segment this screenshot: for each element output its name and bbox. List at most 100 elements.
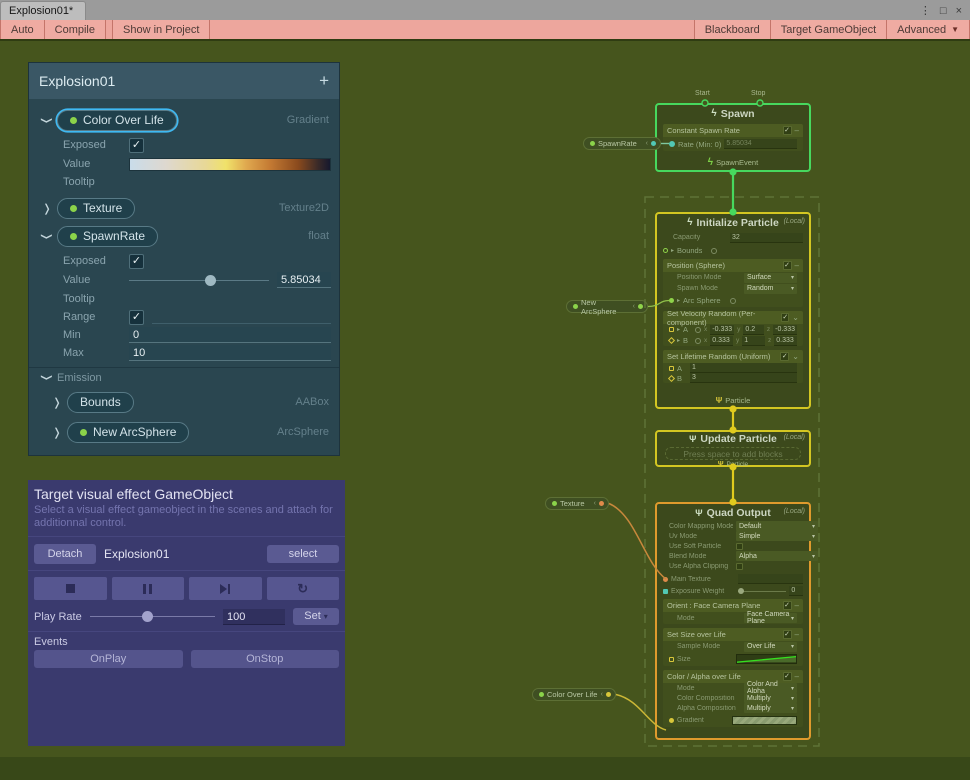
output-port[interactable] [638,304,643,309]
param-color-over-life[interactable]: Color Over Life [57,110,177,131]
window-menu-icon[interactable]: ⋮ [920,6,931,17]
step-button[interactable] [189,577,262,600]
collapse-icon[interactable]: – [795,601,799,610]
restart-button[interactable]: ↻ [267,577,340,600]
initialize-particle-node[interactable]: ϟ Initialize Particle (Local) Capacity 3… [655,212,811,409]
main-texture-field[interactable] [738,574,803,584]
color-over-life-parameter-node[interactable]: Color Over Life ‹ [532,688,616,701]
bounds-input-port[interactable] [663,248,668,253]
gradient-value-field[interactable] [732,716,797,725]
new-arcsphere-parameter-node[interactable]: New ArcSphere ‹ [566,300,648,313]
spawn-context-node[interactable]: ϟ Spawn Constant Spawn Rate ✓ – Rate (Mi… [655,103,811,172]
orient-mode-dropdown[interactable]: Face Camera Plane▾ [744,613,797,623]
maximize-icon[interactable]: □ [940,6,947,17]
play-rate-slider[interactable] [90,616,215,617]
velocity-b-y-field[interactable]: 1 [742,336,765,346]
output-port[interactable] [599,501,604,506]
capacity-field[interactable]: 32 [730,233,803,243]
chevron-down-icon[interactable]: ❭ [41,114,54,126]
chevron-right-icon[interactable]: ❭ [51,426,63,439]
chevron-down-icon[interactable]: ❭ [41,372,54,384]
output-port[interactable] [651,141,656,146]
target-gameobject-toggle-button[interactable]: Target GameObject [771,20,887,39]
gradient-value-field[interactable] [129,158,331,171]
velocity-b-x-field[interactable]: 0.333 [710,336,733,346]
set-velocity-random-block[interactable]: Set Velocity Random (Per-component) ✓ ⌄ … [663,311,803,346]
blackboard-header[interactable]: Explosion01 + [29,63,339,99]
set-lifetime-random-block[interactable]: Set Lifetime Random (Uniform) ✓ ⌄ A 1 B … [663,350,803,383]
update-particle-node[interactable]: Ψ Update Particle (Local) Press space to… [655,430,811,467]
param-new-arcsphere[interactable]: New ArcSphere [67,422,189,443]
block-enabled-checkbox[interactable]: ✓ [783,672,792,681]
collapse-icon[interactable]: ⌄ [792,352,799,361]
color-composition-dropdown[interactable]: Multiply▾ [744,693,797,703]
exposed-checkbox[interactable]: ✓ [129,254,144,269]
show-in-project-button[interactable]: Show in Project [113,20,210,39]
tab-explosion01[interactable]: Explosion01* [0,1,86,20]
chevron-right-icon[interactable]: ❭ [51,396,63,409]
arc-sphere-input-port[interactable] [669,298,674,303]
onstop-button[interactable]: OnStop [191,650,340,668]
param-texture[interactable]: Texture [57,198,135,219]
position-sphere-block[interactable]: Position (Sphere) ✓ – Position Mode Surf… [663,259,803,307]
position-mode-dropdown[interactable]: Surface ▾ [744,273,797,283]
set-rate-button[interactable]: Set▾ [293,608,339,625]
rate-input-port[interactable] [669,141,675,147]
chevron-right-icon[interactable]: ❭ [41,202,53,215]
color-alpha-over-life-block[interactable]: Color / Alpha over Life ✓ – Mode Color A… [663,670,803,727]
close-icon[interactable]: × [956,6,962,17]
spawnrate-parameter-node[interactable]: SpawnRate ‹ [583,137,661,150]
spawn-mode-dropdown[interactable]: Random ▾ [744,284,797,294]
blend-mode-dropdown[interactable]: Alpha▾ [736,551,818,561]
collapse-icon[interactable]: ⌄ [792,313,799,322]
param-spawnrate[interactable]: SpawnRate [57,226,158,247]
lifetime-b-port[interactable] [668,374,675,381]
lifetime-b-field[interactable]: 3 [690,373,797,383]
collapse-icon[interactable]: ‹ [601,691,603,698]
slider-handle[interactable] [738,588,744,594]
color-mode-dropdown[interactable]: Color And Alpha▾ [744,683,797,693]
min-field[interactable]: 0 [129,327,331,343]
category-emission[interactable]: Emission [57,372,102,384]
block-enabled-checkbox[interactable]: ✓ [783,261,792,270]
quad-output-node[interactable]: Ψ Quad Output (Local) Color Mapping Mode… [655,502,811,740]
value-field[interactable]: 5.85034 [277,272,331,288]
alpha-composition-dropdown[interactable]: Multiply▾ [744,703,797,713]
onplay-button[interactable]: OnPlay [34,650,183,668]
constant-spawn-rate-block[interactable]: Constant Spawn Rate ✓ – Rate (Min: 0) 5.… [663,124,803,151]
expander-icon[interactable]: ▸ [677,326,680,333]
play-rate-field[interactable]: 100 [223,609,285,625]
velocity-a-y-field[interactable]: 0.2 [743,325,764,335]
block-enabled-checkbox[interactable]: ✓ [780,352,789,361]
collapse-icon[interactable]: ‹ [633,303,635,310]
alpha-clipping-checkbox[interactable] [736,563,743,570]
block-enabled-checkbox[interactable]: ✓ [783,601,792,610]
color-mapping-dropdown[interactable]: Default▾ [736,521,818,531]
velocity-a-x-field[interactable]: -0.333 [710,325,734,335]
advanced-dropdown-button[interactable]: Advanced ▼ [887,20,970,39]
collapse-icon[interactable]: – [795,126,799,135]
param-bounds[interactable]: Bounds [67,392,134,413]
texture-parameter-node[interactable]: Texture ‹ [545,497,609,510]
expander-icon[interactable]: ▸ [671,247,674,254]
graph-canvas[interactable]: Explosion01 + ❭ Color Over Life Gradient… [0,43,970,780]
exposed-checkbox[interactable]: ✓ [129,138,144,153]
velocity-a-port[interactable] [669,327,674,332]
velocity-a-z-field[interactable]: -0.333 [773,325,797,335]
add-blocks-placeholder[interactable]: Press space to add blocks [665,447,801,460]
block-enabled-checkbox[interactable]: ✓ [781,313,789,322]
block-enabled-checkbox[interactable]: ✓ [783,126,792,135]
soft-particle-checkbox[interactable] [736,543,743,550]
select-button[interactable]: select [267,545,339,563]
range-checkbox[interactable]: ✓ [129,310,144,325]
expander-icon[interactable]: ▸ [677,297,680,304]
exposure-slider[interactable] [738,591,786,592]
size-curve-field[interactable] [736,654,797,664]
collapse-icon[interactable]: – [795,630,799,639]
blackboard-toggle-button[interactable]: Blackboard [694,20,771,39]
collapse-icon[interactable]: ‹ [646,140,648,147]
main-texture-input-port[interactable] [663,577,668,582]
expander-icon[interactable]: ▸ [677,337,680,344]
collapse-icon[interactable]: – [795,672,799,681]
lifetime-a-port[interactable] [669,366,674,371]
